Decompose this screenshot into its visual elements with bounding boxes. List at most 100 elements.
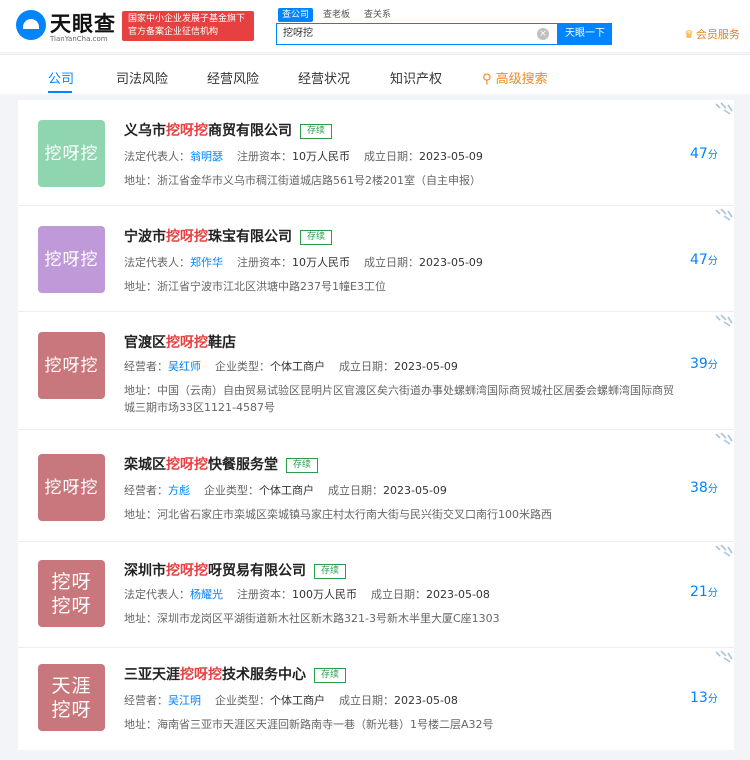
meta-value: 个体工商户 [270, 694, 325, 707]
name-highlight: 挖呀挖 [166, 563, 208, 579]
meta-value: 10万人民币 [292, 256, 350, 269]
company-address: 地址：海南省三亚市天涯区天涯回新路南寺一巷（新光巷）1号楼二层A32号 [124, 716, 684, 733]
result-card[interactable]: 挖呀 挖呀 深圳市挖呀挖呀贸易有限公司 存续 法定代表人：杨耀光 注册资本：100万… [18, 542, 734, 648]
operator-link[interactable]: 吴江明 [168, 694, 201, 707]
search-input[interactable]: 挖呀挖 [276, 23, 558, 45]
logo-domain: TianYanCha.com [50, 35, 108, 43]
operator-link[interactable]: 方彪 [168, 484, 190, 497]
company-name[interactable]: 宁波市挖呀挖珠宝有限公司 存续 [124, 226, 333, 246]
score-value: 47 [690, 252, 708, 268]
tab-search-relation[interactable]: 查关系 [360, 8, 395, 22]
badge-line-2: 官方备案企业征信机构 [128, 27, 219, 37]
company-name[interactable]: 官渡区挖呀挖鞋店 [124, 332, 236, 352]
legal-person-link[interactable]: 杨耀光 [190, 588, 223, 601]
corner-ribbon-icon [715, 650, 733, 663]
name-part: 深圳市 [124, 563, 166, 579]
company-address: 地址：浙江省金华市义乌市稠江街道城店路561号2楼201室（自主申报） [124, 172, 684, 189]
meta-label: 成立日期： [339, 360, 394, 373]
status-badge: 存续 [300, 124, 333, 139]
operator-link[interactable]: 吴红师 [168, 360, 201, 373]
founded-date: 2023-05-09 [419, 150, 483, 163]
company-name[interactable]: 栾城区挖呀挖快餐服务堂 存续 [124, 454, 319, 474]
meta-label: 法定代表人： [124, 256, 190, 269]
score-unit: 分 [707, 256, 718, 267]
meta-label: 成立日期： [364, 150, 419, 163]
company-logo: 挖呀挖 [38, 226, 105, 293]
meta-label: 企业类型： [215, 360, 270, 373]
result-card[interactable]: 挖呀挖 义乌市挖呀挖商贸有限公司 存续 法定代表人：翁明瑟 注册资本：10万人民币成… [18, 100, 734, 206]
nav-tab-company[interactable]: 公司 [48, 68, 74, 87]
meta-label: 法定代表人： [124, 588, 190, 601]
name-highlight: 挖呀挖 [166, 229, 208, 245]
score-value: 21 [690, 584, 708, 600]
meta-label: 成立日期： [364, 256, 419, 269]
status-badge: 存续 [314, 668, 347, 683]
company-logo: 挖呀 挖呀 [38, 560, 105, 627]
search-button[interactable]: 天眼一下 [558, 23, 612, 45]
logo-text: 天眼查 [50, 12, 116, 36]
company-address: 地址：河北省石家庄市栾城区栾城镇马家庄村太行南大街与民兴街交叉口南行100米路西 [124, 506, 684, 523]
nav-tab-operating-risk[interactable]: 经营风险 [207, 68, 259, 87]
vip-service-link[interactable]: ♛ 会员服务 [684, 26, 740, 42]
meta-label: 企业类型： [204, 484, 259, 497]
company-address: 地址：深圳市龙岗区平湖街道新木社区新木路321-3号新木半里大厦C座1303 [124, 610, 684, 627]
corner-ribbon-icon [715, 314, 733, 327]
address-value: 中国（云南）自由贸易试验区昆明片区官渡区矣六街道办事处螺蛳湾国际商贸城社区居委会… [124, 384, 674, 414]
meta-value: 10万人民币 [292, 150, 350, 163]
status-badge: 存续 [300, 230, 333, 245]
nav-tab-ip[interactable]: 知识产权 [390, 68, 442, 87]
company-name[interactable]: 义乌市挖呀挖商贸有限公司 存续 [124, 120, 333, 140]
address-value: 浙江省宁波市江北区洪塘中路237号1幢E3工位 [157, 280, 386, 293]
name-part: 技术服务中心 [222, 667, 306, 683]
company-logo: 挖呀挖 [38, 120, 105, 187]
tab-search-boss[interactable]: 查老板 [319, 8, 354, 22]
category-nav: 公司 司法风险 经营风险 经营状况 知识产权 ⚲ 高级搜索 [0, 54, 750, 94]
meta-value: 个体工商户 [270, 360, 325, 373]
name-part: 官渡区 [124, 335, 166, 351]
vip-label: 会员服务 [695, 28, 740, 41]
result-card[interactable]: 挖呀挖 官渡区挖呀挖鞋店 经营者：吴红师 企业类型：个体工商户 成立日期：2023-… [18, 312, 734, 430]
tab-search-company[interactable]: 查公司 [278, 8, 314, 22]
result-card[interactable]: 挖呀挖 栾城区挖呀挖快餐服务堂 存续 经营者：方彪 企业类型：个体工商户 成立日期：2… [18, 430, 734, 542]
company-name[interactable]: 深圳市挖呀挖呀贸易有限公司 存续 [124, 560, 347, 580]
legal-person-link[interactable]: 郑作华 [190, 256, 223, 269]
clear-search-icon[interactable]: × [537, 28, 549, 40]
relevance-score: 13分 [690, 690, 718, 706]
nav-tab-judicial-risk[interactable]: 司法风险 [116, 68, 168, 87]
score-value: 13 [690, 690, 708, 706]
relevance-score: 47分 [690, 146, 718, 162]
address-label: 地址： [124, 384, 157, 397]
name-part: 义乌市 [124, 123, 166, 139]
relevance-score: 21分 [690, 584, 718, 600]
relevance-score: 47分 [690, 252, 718, 268]
address-value: 海南省三亚市天涯区天涯回新路南寺一巷（新光巷）1号楼二层A32号 [157, 718, 494, 731]
advanced-search-link[interactable]: ⚲ 高级搜索 [482, 68, 548, 87]
company-meta: 法定代表人：郑作华 注册资本：10万人民币 成立日期：2023-05-09 [124, 254, 483, 270]
badge-line-1: 国家中小企业发展子基金旗下 [128, 14, 246, 24]
founded-date: 2023-05-08 [394, 694, 458, 707]
name-highlight: 挖呀挖 [166, 123, 208, 139]
score-unit: 分 [707, 694, 718, 705]
name-part: 三亚天涯 [124, 667, 180, 683]
company-name[interactable]: 三亚天涯挖呀挖技术服务中心 存续 [124, 664, 347, 684]
address-label: 地址： [124, 508, 157, 521]
meta-label: 法定代表人： [124, 150, 190, 163]
corner-ribbon-icon [715, 102, 733, 115]
name-part: 呀贸易有限公司 [208, 563, 306, 579]
corner-ribbon-icon [715, 544, 733, 557]
nav-tab-operating-status[interactable]: 经营状况 [298, 68, 350, 87]
address-label: 地址： [124, 718, 157, 731]
site-logo[interactable]: 天眼查 TianYanCha.com [16, 8, 116, 44]
result-card[interactable]: 挖呀挖 宁波市挖呀挖珠宝有限公司 存续 法定代表人：郑作华 注册资本：10万人民币成… [18, 206, 734, 312]
meta-label: 成立日期： [328, 484, 383, 497]
address-label: 地址： [124, 280, 157, 293]
company-meta: 经营者：吴江明 企业类型：个体工商户 成立日期：2023-05-08 [124, 692, 458, 708]
company-address: 地址：中国（云南）自由贸易试验区昆明片区官渡区矣六街道办事处螺蛳湾国际商贸城社区… [124, 382, 684, 416]
company-meta: 法定代表人：翁明瑟 注册资本：10万人民币 成立日期：2023-05-09 [124, 148, 483, 164]
founded-date: 2023-05-09 [383, 484, 447, 497]
legal-person-link[interactable]: 翁明瑟 [190, 150, 223, 163]
result-card[interactable]: 天涯 挖呀 三亚天涯挖呀挖技术服务中心 存续 经营者：吴江明 企业类型：个体工商户 成… [18, 648, 734, 750]
company-address: 地址：浙江省宁波市江北区洪塘中路237号1幢E3工位 [124, 278, 684, 295]
name-highlight: 挖呀挖 [166, 457, 208, 473]
status-badge: 存续 [286, 458, 319, 473]
